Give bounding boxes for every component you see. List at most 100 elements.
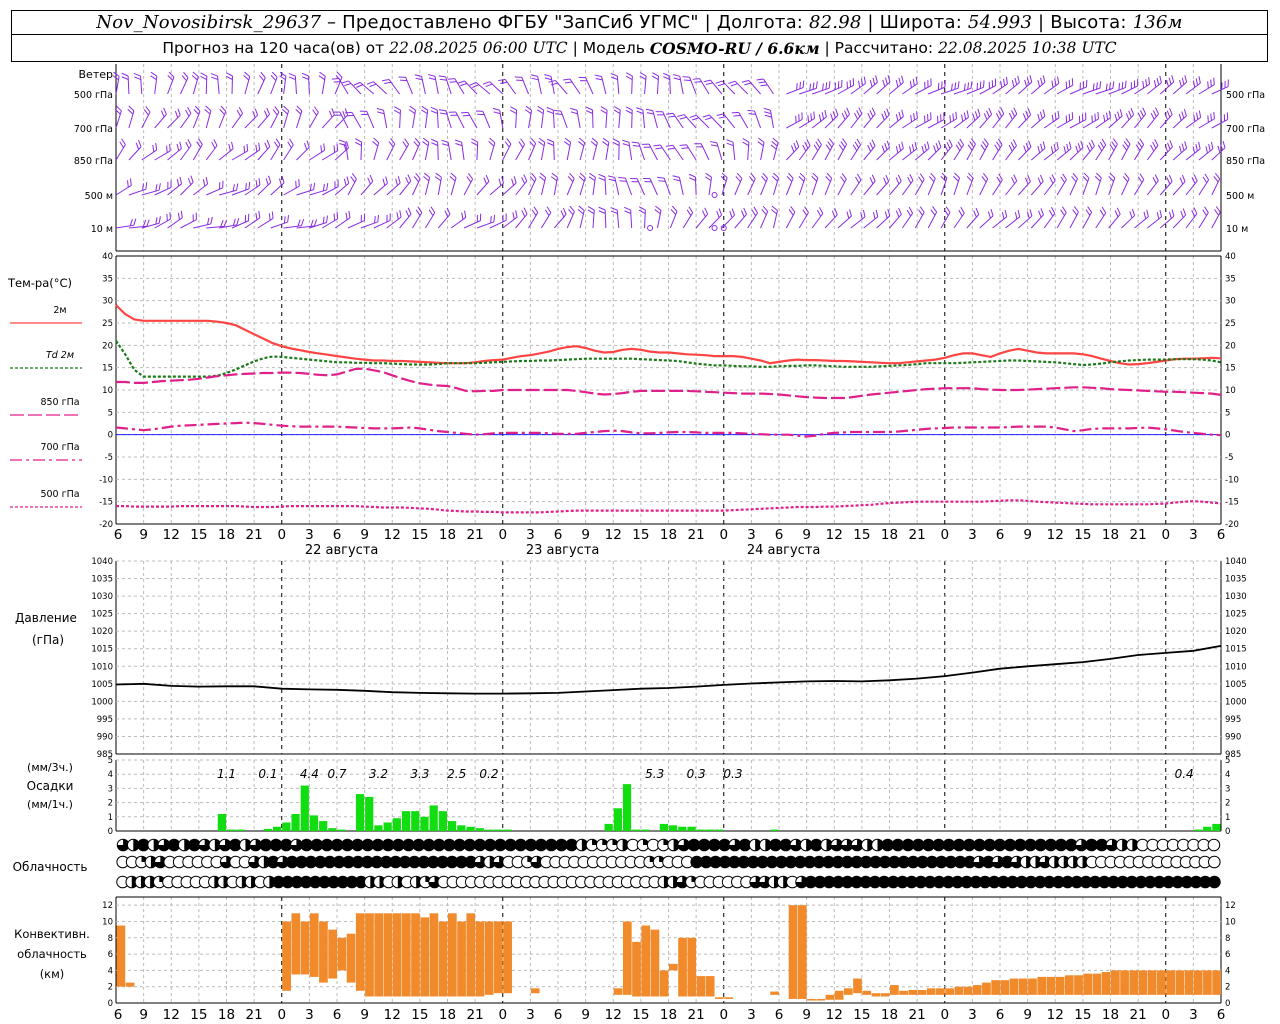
y-tick-label-left: 15 <box>102 364 113 374</box>
wind-barb-feather <box>702 114 710 118</box>
conv-hour-tick-label: 9 <box>360 1007 369 1023</box>
y-tick-label-left: 12 <box>102 901 113 911</box>
wind-barb-feather <box>799 81 801 89</box>
wind-barb-feather <box>804 206 809 213</box>
precip-bar <box>1203 826 1212 831</box>
conv-cloud-bar <box>715 997 724 999</box>
wind-barb <box>338 78 349 95</box>
wind-barb-feather <box>1014 77 1018 85</box>
wind-barb-feather <box>1040 77 1043 85</box>
wind-barb-feather <box>546 106 554 111</box>
wind-barb-feather <box>1037 177 1042 185</box>
wind-barb-feather <box>963 83 966 91</box>
cloud-cover-fill <box>1208 876 1221 888</box>
wind-barb-feather <box>289 138 294 146</box>
wind-barb-feather <box>377 214 380 222</box>
wind-barb <box>1185 180 1198 196</box>
conv-cloud-bar <box>880 993 890 997</box>
wind-barb-feather <box>268 213 271 221</box>
wind-barb <box>966 115 981 129</box>
wind-barb-feather <box>1222 140 1226 148</box>
wind-barb-feather <box>238 107 243 114</box>
wind-barb-feather <box>205 105 212 111</box>
wind-barb-feather <box>682 76 690 78</box>
temp-hour-tick-label: 12 <box>1047 527 1064 543</box>
precip-bar <box>659 823 668 831</box>
wind-barb-feather <box>771 141 778 147</box>
pressure-panel: 1040 1040 1035 1035 1030 1030 1025 1025 1020 1020… <box>15 557 1247 760</box>
wind-barb-feather <box>288 72 296 77</box>
wind-barb-feather <box>869 142 874 149</box>
wind-barb <box>257 77 266 95</box>
temp-hour-tick-label: 15 <box>1074 527 1091 543</box>
wind-barb-feather <box>1042 109 1046 117</box>
wind-barb-feather <box>918 176 923 183</box>
temp-legend-label: 2м <box>53 305 66 316</box>
wind-barb-feather <box>740 210 745 218</box>
wind-barb-feather <box>716 210 720 218</box>
wind-barb <box>811 177 819 196</box>
wind-barb-feather <box>1094 176 1101 182</box>
wind-barb-feather <box>980 144 986 151</box>
y-tick-label-right: 5 <box>1225 756 1230 766</box>
wind-barb-feather <box>524 109 532 115</box>
wind-barb-feather <box>624 210 632 214</box>
wind-barb-feather <box>155 217 158 225</box>
wind-barb-feather <box>829 138 834 145</box>
wind-barb-feather <box>1037 113 1041 121</box>
conv-cloud-bar <box>705 976 715 997</box>
wind-barb-feather <box>183 71 189 78</box>
wind-barb-feather <box>279 75 286 81</box>
conv-cloud-bar <box>641 925 651 997</box>
temp-hour-tick-label: 0 <box>277 527 286 543</box>
wind-barb-feather <box>772 176 778 182</box>
y-tick-label-right: 25 <box>1225 319 1236 329</box>
wind-barb-feather <box>758 137 765 143</box>
wind-barb <box>966 143 976 161</box>
wind-barb-feather <box>610 73 618 77</box>
wind-barb <box>294 76 297 95</box>
wind-barb <box>399 144 410 161</box>
wind-barb-feather <box>302 76 309 80</box>
precip-3h-total: 5.3 <box>645 767 664 781</box>
wind-barb <box>270 144 281 161</box>
wind-barb-feather <box>898 143 902 151</box>
wind-barb-feather <box>1077 143 1081 151</box>
wind-barb-feather <box>827 141 833 148</box>
wind-barb <box>412 143 421 161</box>
wind-barb-feather <box>546 110 554 114</box>
wind-barb-feather <box>763 107 771 111</box>
temp-hour-tick-label: 3 <box>526 527 535 543</box>
wind-barb <box>455 111 465 129</box>
precip-bar <box>273 826 282 831</box>
wind-barb-feather <box>210 216 213 224</box>
precip-3h-total: 0.4 <box>1175 767 1194 781</box>
wind-barb <box>754 110 762 129</box>
wind-barb-feather <box>1178 113 1182 121</box>
y-tick-label-right: 35 <box>1225 274 1236 284</box>
wind-barb-feather <box>1097 144 1103 152</box>
wind-barb-feather <box>1101 138 1107 146</box>
wind-barb-feather <box>790 145 795 153</box>
wind-barb-feather <box>973 210 977 218</box>
wind-barb-feather <box>174 110 179 118</box>
wind-barb-feather <box>544 73 552 77</box>
wind-barb-feather <box>875 75 878 83</box>
wind-barb-feather <box>531 172 537 179</box>
wind-barb <box>115 110 122 129</box>
wind-barb <box>732 142 736 161</box>
wind-barb <box>1159 215 1175 229</box>
wind-barb <box>1172 81 1187 95</box>
wind-barb-feather <box>909 80 912 88</box>
wind-barb-feather <box>1184 141 1188 149</box>
wind-barb-feather <box>399 210 402 218</box>
precip-bar <box>420 816 429 831</box>
wind-barb-feather <box>688 206 694 213</box>
temp-hour-tick-label: 3 <box>305 527 314 543</box>
y-tick-label-left: 1020 <box>91 627 113 637</box>
wind-barb-feather <box>607 175 615 178</box>
wind-barb-feather <box>336 71 343 78</box>
wind-level-label-right: 10 м <box>1226 224 1248 235</box>
wind-barb-feather <box>413 141 419 148</box>
wind-barb-feather <box>835 108 839 116</box>
